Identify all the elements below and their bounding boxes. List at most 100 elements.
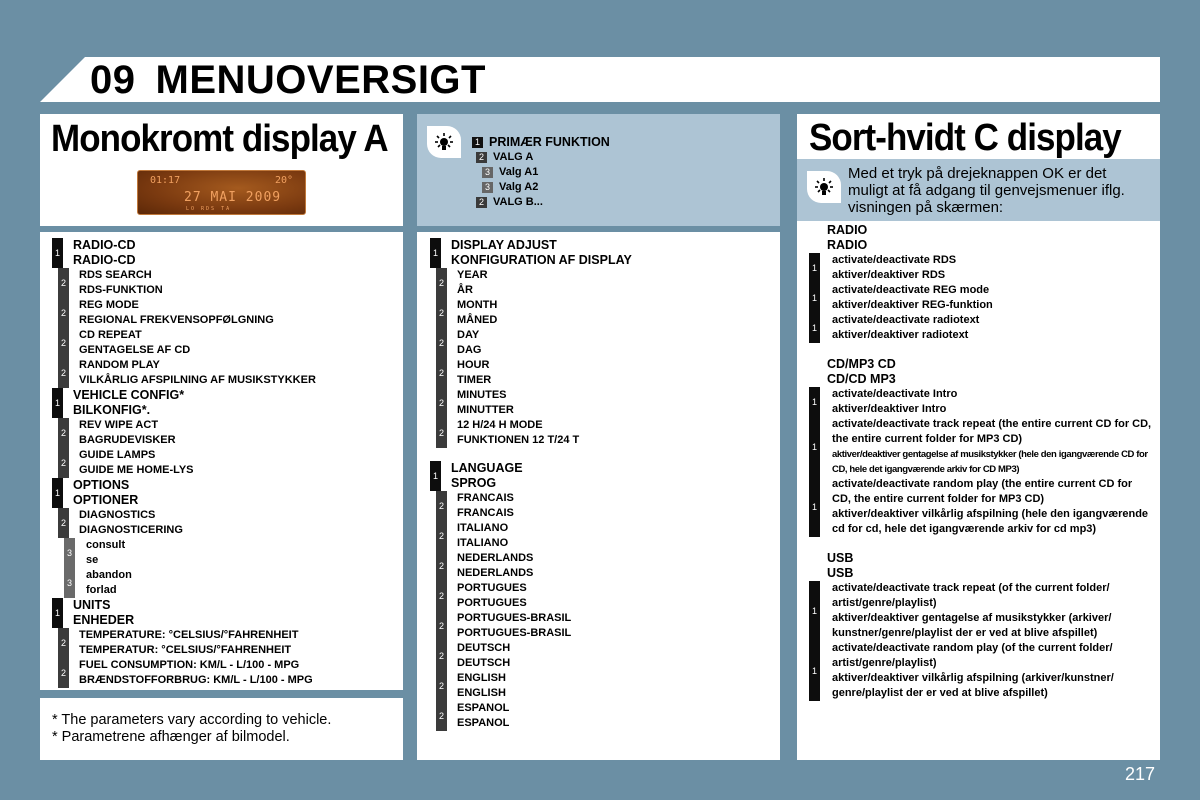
level-1-badge: 1 (809, 477, 820, 537)
menu-item-label-en: RANDOM PLAY (79, 359, 160, 371)
level-2-badge: 2 (436, 388, 447, 418)
section-usb: USB USB 1 activate/deactivate track repeat … (809, 551, 1154, 701)
menu-item-level-2[interactable]: 2 YEAR ÅR (430, 268, 632, 298)
menu-item-label-en: CD REPEAT (79, 329, 142, 341)
menu-item-text: ESPANOL ESPANOL (457, 701, 509, 731)
menu-item-label-en: GUIDE LAMPS (79, 449, 156, 461)
menu-item-label-en: HOUR (457, 359, 490, 371)
menu-item-label-en: DAY (457, 329, 480, 341)
menu-item-label-da: ENHEDER (73, 613, 135, 627)
menu-item-level-2[interactable]: 2 TEMPERATURE: °CELSIUS/°FAHRENHEIT TEMPER… (52, 628, 316, 658)
menu-item-label-en: VEHICLE CONFIG* (73, 388, 185, 402)
section-title-da: USB (827, 566, 854, 580)
menu-item-label-en: ENGLISH (457, 672, 506, 684)
menu-item-label-en: PORTUGUES-BRASIL (457, 612, 572, 624)
shortcut-label-da: aktiver/deaktiver gentagelse af musiksty… (832, 612, 1112, 639)
menu-item-label-da: VILKÅRLIG AFSPILNING AF MUSIKSTYKKER (79, 374, 316, 386)
menu-item-level-2[interactable]: 2 GUIDE LAMPS GUIDE ME HOME-LYS (52, 448, 316, 478)
menu-item-level-2[interactable]: 2 REG MODE REGIONAL FREKVENSOPFØLGNING (52, 298, 316, 328)
shortcut-item[interactable]: 1 activate/deactivate random play (of the… (809, 641, 1154, 701)
menu-item-label-en: NEDERLANDS (457, 552, 534, 564)
menu-item-label-en: DISPLAY ADJUST (451, 238, 557, 252)
menu-item-label-da: FUNKTIONEN 12 T/24 T (457, 434, 580, 446)
menu-item-label-da: GUIDE ME HOME-LYS (79, 464, 194, 476)
menu-item-text: DEUTSCH DEUTSCH (457, 641, 510, 671)
menu-item-level-2[interactable]: 2 RDS SEARCH RDS-FUNKTION (52, 268, 316, 298)
menu-item-level-1[interactable]: 1 OPTIONS OPTIONER (52, 478, 316, 508)
menu-item-label-da: BRÆNDSTOFFORBRUG: KM/L - L/100 - MPG (79, 674, 313, 686)
shortcut-item[interactable]: 1 activate/deactivate random play (the en… (809, 477, 1154, 537)
menu-item-label-da: GENTAGELSE AF CD (79, 344, 191, 356)
panel-a-title: Monokromt display A (51, 118, 389, 160)
menu-item-level-2[interactable]: 2 NEDERLANDS NEDERLANDS (430, 551, 571, 581)
menu-item-level-2[interactable]: 2 DAY DAG (430, 328, 632, 358)
level-2-badge: 2 (436, 491, 447, 521)
menu-item-label-da: BILKONFIG*. (73, 403, 151, 417)
shortcut-text: activate/deactivate track repeat (the en… (832, 417, 1154, 477)
menu-item-level-1[interactable]: 1 DISPLAY ADJUST KONFIGURATION AF DISPLAY (430, 238, 632, 268)
menu-item-text: consult se (85, 538, 125, 568)
menu-item-level-2[interactable]: 2 FRANCAIS FRANCAIS (430, 491, 571, 521)
menu-item-level-2[interactable]: 2 MONTH MÅNED (430, 298, 632, 328)
menu-item-label-da: NEDERLANDS (457, 567, 534, 579)
menu-item-level-1[interactable]: 1 LANGUAGE SPROG (430, 461, 571, 491)
shortcut-item[interactable]: 1 activate/deactivate track repeat (the e… (809, 417, 1154, 477)
shortcut-item[interactable]: 1 activate/deactivate radiotext aktiver/de… (809, 313, 1154, 343)
menu-item-text: FRANCAIS FRANCAIS (457, 491, 514, 521)
menu-item-text: PORTUGUES PORTUGUES (457, 581, 527, 611)
menu-item-label-da: FRANCAIS (457, 507, 514, 519)
menu-item-level-1[interactable]: 1 RADIO-CD RADIO-CD (52, 238, 316, 268)
menu-item-level-2[interactable]: 2 12 H/24 H MODE FUNKTIONEN 12 T/24 T (430, 418, 632, 448)
shortcut-text: activate/deactivate random play (the ent… (832, 477, 1154, 537)
shortcut-label-en: activate/deactivate RDS (832, 254, 957, 266)
shortcut-label-da: aktiver/deaktiver gentagelse af musiksty… (832, 449, 1148, 475)
page-number: 217 (1125, 764, 1156, 784)
menu-item-level-2[interactable]: 2 REV WIPE ACT BAGRUDEVISKER (52, 418, 316, 448)
menu-item-label-da: se (86, 554, 99, 566)
legend-text: VALG A (493, 151, 534, 163)
menu-item-level-2[interactable]: 2 RANDOM PLAY VILKÅRLIG AFSPILNING AF MUSI… (52, 358, 316, 388)
menu-item-level-2[interactable]: 2 PORTUGUES-BRASIL PORTUGUES-BRASIL (430, 611, 571, 641)
menu-item-label-en: ITALIANO (457, 522, 509, 534)
menu-item-level-1[interactable]: 1 VEHICLE CONFIG* BILKONFIG*. (52, 388, 316, 418)
menu-item-label-da: forlad (86, 584, 117, 596)
shortcut-label-da: aktiver/deaktiver radiotext (832, 329, 969, 341)
menu-item-level-1[interactable]: 1 UNITS ENHEDER (52, 598, 316, 628)
menu-item-text: PORTUGUES-BRASIL PORTUGUES-BRASIL (457, 611, 571, 641)
menu-item-level-2[interactable]: 2 ENGLISH ENGLISH (430, 671, 571, 701)
panel-c-intro: Med et tryk på drejeknappen OK er det mu… (848, 165, 1125, 216)
level-1-badge: 1 (809, 641, 820, 701)
chapter-number: 09 (90, 58, 136, 102)
menu-item-label-da: MÅNED (457, 314, 498, 326)
level-2-badge: 2 (436, 641, 447, 671)
shortcut-item[interactable]: 1 activate/deactivate REG mode aktiver/dea… (809, 283, 1154, 313)
menu-item-level-2[interactable]: 2 CD REPEAT GENTAGELSE AF CD (52, 328, 316, 358)
display-adjust-list: 1 DISPLAY ADJUST KONFIGURATION AF DISPLAY 2… (430, 238, 632, 448)
menu-item-text: FUEL CONSUMPTION: KM/L - L/100 - MPG BRÆN… (79, 658, 313, 688)
menu-item-label-en: DIAGNOSTICS (79, 509, 156, 521)
menu-item-level-2[interactable]: 2 DIAGNOSTICS DIAGNOSTICERING (52, 508, 316, 538)
shortcut-label-en: activate/deactivate radiotext (832, 314, 980, 326)
menu-item-level-2[interactable]: 2 FUEL CONSUMPTION: KM/L - L/100 - MPG BRÆ… (52, 658, 316, 688)
menu-item-level-3[interactable]: 3 consult se (52, 538, 316, 568)
shortcut-item[interactable]: 1 activate/deactivate Intro aktiver/deakti… (809, 387, 1154, 417)
menu-item-text: REG MODE REGIONAL FREKVENSOPFØLGNING (79, 298, 274, 328)
menu-item-level-2[interactable]: 2 ESPANOL ESPANOL (430, 701, 571, 731)
level-1-badge: 1 (809, 581, 820, 641)
menu-item-text: abandon forlad (85, 568, 132, 598)
legend-text: Valg A2 (499, 181, 539, 193)
menu-item-level-2[interactable]: 2 MINUTES MINUTTER (430, 388, 632, 418)
shortcut-item[interactable]: 1 activate/deactivate RDS aktiver/deaktive… (809, 253, 1154, 283)
menu-item-level-2[interactable]: 2 HOUR TIMER (430, 358, 632, 388)
menu-item-label-da: TEMPERATUR: °CELSIUS/°FAHRENHEIT (79, 644, 292, 656)
menu-item-level-2[interactable]: 2 DEUTSCH DEUTSCH (430, 641, 571, 671)
level-1-badge: 1 (430, 238, 441, 268)
shortcut-item[interactable]: 1 activate/deactivate track repeat (of th… (809, 581, 1154, 641)
menu-item-text: HOUR TIMER (457, 358, 491, 388)
menu-item-level-3[interactable]: 3 abandon forlad (52, 568, 316, 598)
lcd-date: 27 MAI 2009 (184, 190, 282, 205)
menu-item-level-2[interactable]: 2 ITALIANO ITALIANO (430, 521, 571, 551)
legend-text: PRIMÆR FUNKTION (489, 135, 610, 149)
menu-item-text: ENGLISH ENGLISH (457, 671, 506, 701)
menu-item-level-2[interactable]: 2 PORTUGUES PORTUGUES (430, 581, 571, 611)
